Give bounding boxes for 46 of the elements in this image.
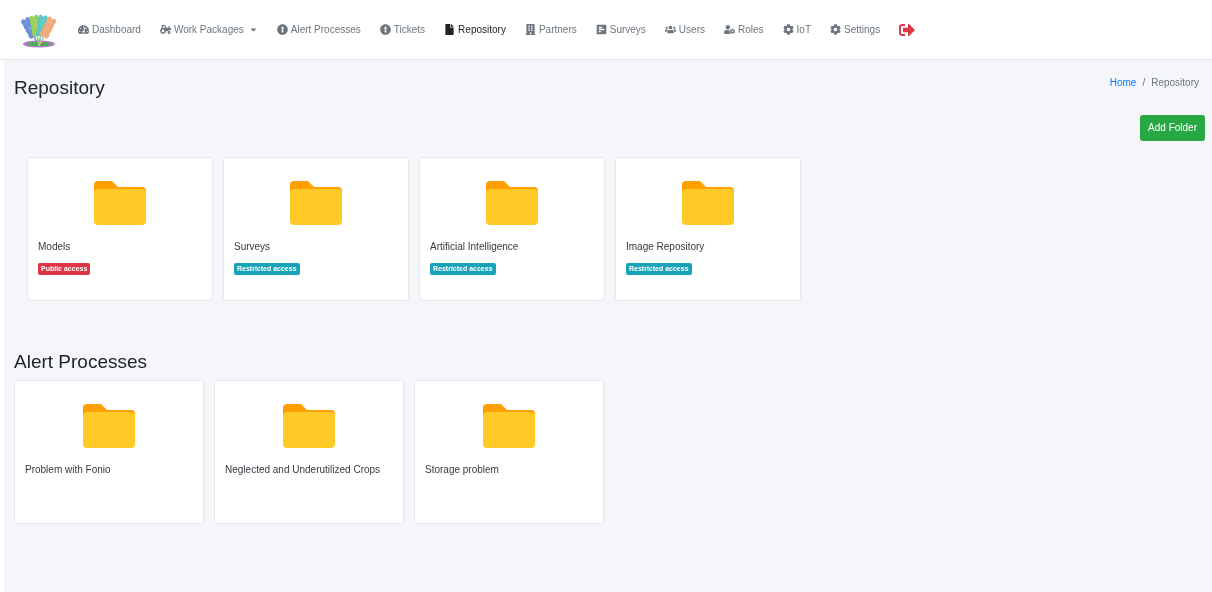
nav-link[interactable]: Roles — [723, 22, 764, 37]
folder-card[interactable]: Neglected and Underutilized Crops — [214, 380, 404, 524]
logout-icon[interactable] — [899, 21, 916, 38]
gear-icon — [782, 24, 794, 35]
folder-name: Surveys — [234, 239, 272, 254]
building-icon — [524, 24, 536, 35]
exclamation-icon — [379, 24, 391, 35]
nav-link[interactable]: IoT — [782, 22, 811, 37]
folder-icon — [483, 404, 535, 448]
nav-link[interactable]: Settings — [830, 22, 881, 37]
folder-name: Image Repository — [626, 239, 706, 254]
page-title: Repository — [14, 76, 105, 100]
folder-icon — [83, 404, 135, 448]
nav-link[interactable]: Tickets — [379, 22, 426, 37]
folder-icon — [290, 180, 342, 225]
nav-link[interactable]: Repository — [444, 22, 506, 37]
nav-link[interactable]: Users — [664, 22, 705, 37]
nav-link[interactable]: Partners — [524, 22, 577, 37]
file-icon — [444, 24, 456, 35]
users-icon — [664, 24, 676, 35]
folder-card[interactable]: Problem with Fonio — [14, 380, 204, 524]
add-folder-button[interactable]: Add Folder — [1140, 114, 1205, 141]
breadcrumb-current: Repository — [1151, 76, 1199, 90]
folder-icon — [283, 404, 335, 448]
folder-icon — [486, 180, 538, 225]
nav-link[interactable]: Surveys — [595, 22, 646, 37]
user-gear-icon — [723, 24, 735, 35]
nav-link[interactable]: Dashboard — [78, 22, 141, 37]
folder-name: Storage problem — [425, 463, 500, 477]
breadcrumb-separator: / — [1142, 76, 1146, 90]
breadcrumb-link[interactable]: Home — [1109, 75, 1137, 90]
tractor-icon — [159, 24, 171, 35]
section-title: Alert Processes — [14, 349, 149, 374]
folder-icon — [682, 180, 734, 225]
folder-name: Models — [38, 239, 72, 254]
chart-icon — [595, 24, 607, 35]
exclamation-icon — [276, 24, 288, 35]
gear-icon — [830, 24, 841, 35]
nav-link[interactable]: Work Packages — [159, 22, 258, 37]
folder-card[interactable]: Storage problem — [414, 380, 604, 524]
folder-name: Problem with Fonio — [25, 463, 112, 477]
gauge-icon — [78, 24, 89, 35]
nav-link[interactable]: Alert Processes — [276, 22, 361, 37]
folder-name: Artificial Intelligence — [430, 239, 520, 254]
folder-name: Neglected and Underutilized Crops — [225, 463, 382, 477]
folder-icon — [94, 180, 146, 225]
